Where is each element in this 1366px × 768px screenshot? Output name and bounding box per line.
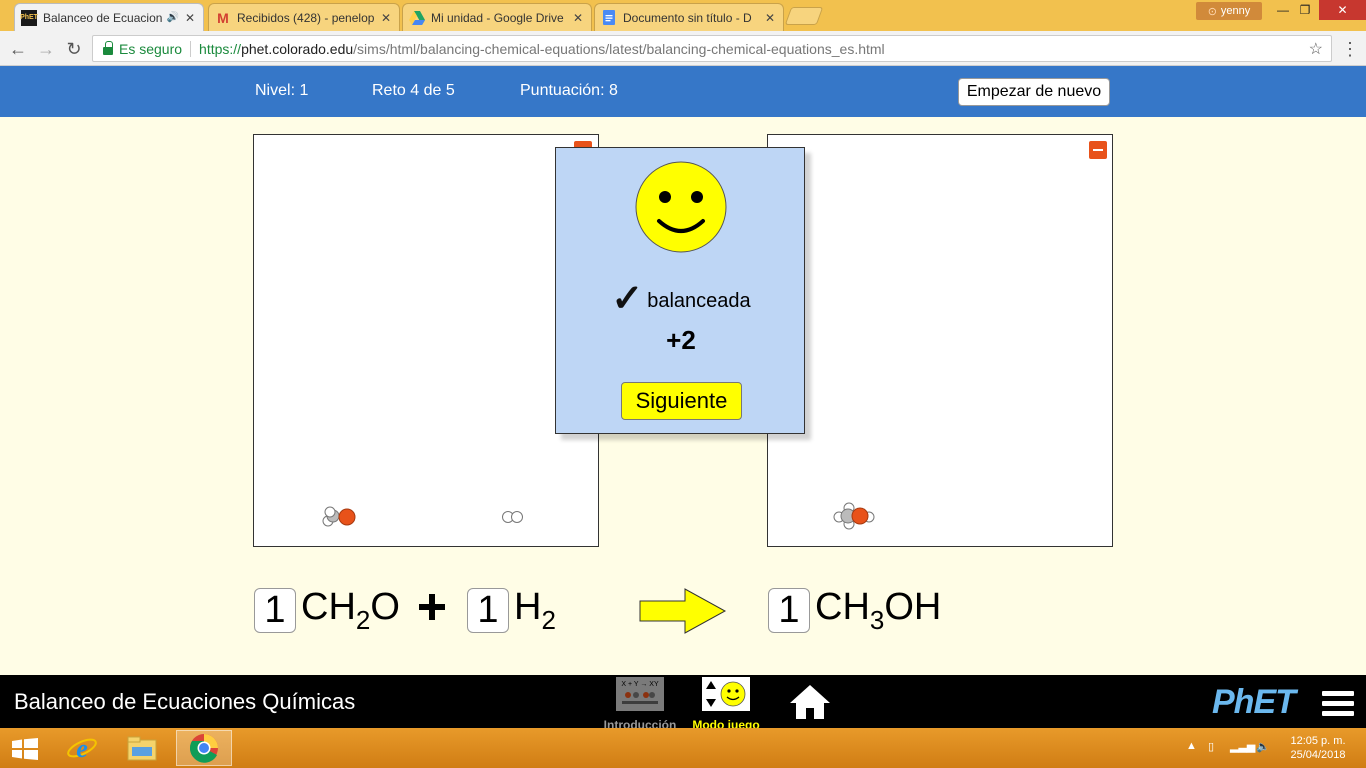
url-input[interactable]: Es seguro https:// phet.colorado.edu /si… xyxy=(92,35,1332,62)
profile-button[interactable]: ⊙ yenny xyxy=(1196,2,1262,20)
points-earned: +2 xyxy=(666,325,696,355)
internet-explorer-icon: e xyxy=(67,734,97,763)
user-icon: ⊙ xyxy=(1207,5,1217,18)
browser-tab-strip: PhET Balanceo de Ecuacion 🔊 ✕ M Recibido… xyxy=(0,0,1366,31)
phet-favicon: PhET xyxy=(20,9,38,26)
phet-logo[interactable]: PhET xyxy=(1212,683,1296,722)
menu-kebab-icon[interactable]: ⋮ xyxy=(1340,37,1360,61)
screen-button-game[interactable]: Modo juego xyxy=(686,677,766,732)
windows-start-icon[interactable] xyxy=(12,738,38,760)
tab-phet[interactable]: PhET Balanceo de Ecuacion 🔊 ✕ xyxy=(14,3,204,31)
challenge-label: Reto 4 de 5 xyxy=(372,82,455,99)
tab-title: Documento sin título - D xyxy=(623,10,752,25)
taskbar-ie[interactable]: e xyxy=(54,730,110,766)
battery-icon[interactable]: ▯ xyxy=(1208,740,1214,753)
url-scheme: https:// xyxy=(199,40,242,57)
formula-part: H xyxy=(514,586,542,628)
tab-title: Mi unidad - Google Drive xyxy=(431,10,564,25)
taskbar-chrome[interactable] xyxy=(176,730,232,766)
smiley-face-icon xyxy=(635,161,727,253)
windows-taskbar: e ▲ ▯ ▂▃▅ 🔈 12:05 p. m. 25/04/2018 xyxy=(0,728,1366,768)
coefficient-spinner-ch3oh[interactable]: 1 xyxy=(768,588,810,633)
reactants-box xyxy=(253,134,599,547)
reaction-arrow-icon xyxy=(639,588,727,634)
ch3oh-molecule xyxy=(833,502,875,530)
formula-part: CH xyxy=(301,586,356,628)
google-docs-icon xyxy=(601,10,617,26)
close-icon[interactable]: ✕ xyxy=(379,11,393,25)
clock-date: 25/04/2018 xyxy=(1290,749,1346,761)
volume-icon[interactable]: 🔈 xyxy=(1256,740,1270,753)
home-icon[interactable] xyxy=(788,683,832,721)
close-icon[interactable]: ✕ xyxy=(571,11,585,25)
sim-navigation-bar: Balanceo de Ecuaciones Químicas X + Y → … xyxy=(0,675,1366,732)
google-drive-icon xyxy=(409,10,425,26)
game-status-bar: Nivel: 1 Reto 4 de 5 Puntuación: 8 Empez… xyxy=(0,66,1366,117)
new-tab-button[interactable] xyxy=(784,7,824,25)
intro-thumb-text: X + Y → XY xyxy=(621,681,659,688)
screen-button-intro[interactable]: X + Y → XY Introducción xyxy=(600,677,680,732)
sim-title: Balanceo de Ecuaciones Químicas xyxy=(14,689,356,714)
file-explorer-icon xyxy=(127,736,157,761)
network-icon[interactable]: ▂▃▅ xyxy=(1230,740,1255,753)
taskbar-explorer[interactable] xyxy=(114,730,170,766)
hamburger-menu-icon[interactable] xyxy=(1322,691,1354,717)
intro-screen-icon: X + Y → XY xyxy=(616,677,664,711)
tab-title: Recibidos (428) - penelop xyxy=(237,10,375,25)
formula-h2: H2 xyxy=(514,586,556,633)
close-icon[interactable]: ✕ xyxy=(183,11,197,25)
coefficient-spinner-ch2o[interactable]: 1 xyxy=(254,588,296,633)
back-button[interactable]: ← xyxy=(6,37,30,61)
divider xyxy=(190,40,192,57)
tray-overflow-icon[interactable]: ▲ xyxy=(1186,740,1197,752)
formula-part: OH xyxy=(884,586,942,628)
tab-gmail[interactable]: M Recibidos (428) - penelop ✕ xyxy=(208,3,400,31)
products-box xyxy=(767,134,1113,547)
close-window-button[interactable]: ✕ xyxy=(1319,0,1366,20)
svg-text:e: e xyxy=(76,734,88,763)
tab-docs[interactable]: Documento sin título - D ✕ xyxy=(594,3,784,31)
plus-sign-icon xyxy=(419,594,445,620)
game-screen-icon xyxy=(702,677,750,711)
gmail-icon: M xyxy=(217,9,229,26)
chrome-icon xyxy=(190,734,218,763)
level-label: Nivel: 1 xyxy=(255,82,309,99)
lock-icon xyxy=(103,40,113,55)
tab-title: Balanceo de Ecuacion xyxy=(43,10,163,25)
balanced-status: ✓ balanceada xyxy=(556,272,806,320)
reload-button[interactable]: ↻ xyxy=(62,37,86,61)
secure-label: Es seguro xyxy=(119,40,183,57)
bookmark-star-icon[interactable]: ☆ xyxy=(1309,39,1323,59)
checkmark-icon: ✓ xyxy=(611,278,644,320)
formula-subscript: 3 xyxy=(869,605,885,635)
formula-ch2o: CH2O xyxy=(301,586,400,633)
formula-subscript: 2 xyxy=(355,605,371,635)
formula-ch3oh: CH3OH xyxy=(815,586,942,633)
balanced-label: balanceada xyxy=(647,290,751,312)
score-label: Puntuación: 8 xyxy=(520,82,618,99)
h2-molecule xyxy=(502,511,523,523)
collapse-products-button[interactable] xyxy=(1089,141,1107,159)
clock-time: 12:05 p. m. xyxy=(1290,735,1346,747)
url-path: /sims/html/balancing-chemical-equations/… xyxy=(353,40,885,57)
address-bar: ← → ↻ Es seguro https:// phet.colorado.e… xyxy=(0,31,1366,66)
ch2o-molecule xyxy=(322,506,356,527)
close-icon[interactable]: ✕ xyxy=(763,11,777,25)
formula-subscript: 2 xyxy=(541,605,556,635)
forward-button[interactable]: → xyxy=(34,37,58,61)
formula-part: O xyxy=(370,586,400,628)
taskbar-clock[interactable]: 12:05 p. m. 25/04/2018 xyxy=(1278,734,1358,762)
url-host: phet.colorado.edu xyxy=(241,40,354,57)
restore-button[interactable]: ❐ xyxy=(1290,0,1320,20)
tab-drive[interactable]: Mi unidad - Google Drive ✕ xyxy=(402,3,592,31)
coefficient-spinner-h2[interactable]: 1 xyxy=(467,588,509,633)
audio-icon[interactable]: 🔊 xyxy=(167,12,179,23)
next-button[interactable]: Siguiente xyxy=(621,382,742,420)
user-name: yenny xyxy=(1220,5,1251,17)
restart-button[interactable]: Empezar de nuevo xyxy=(958,78,1110,106)
result-popup: ✓ balanceada +2 Siguiente xyxy=(555,147,805,434)
formula-part: CH xyxy=(815,586,870,628)
